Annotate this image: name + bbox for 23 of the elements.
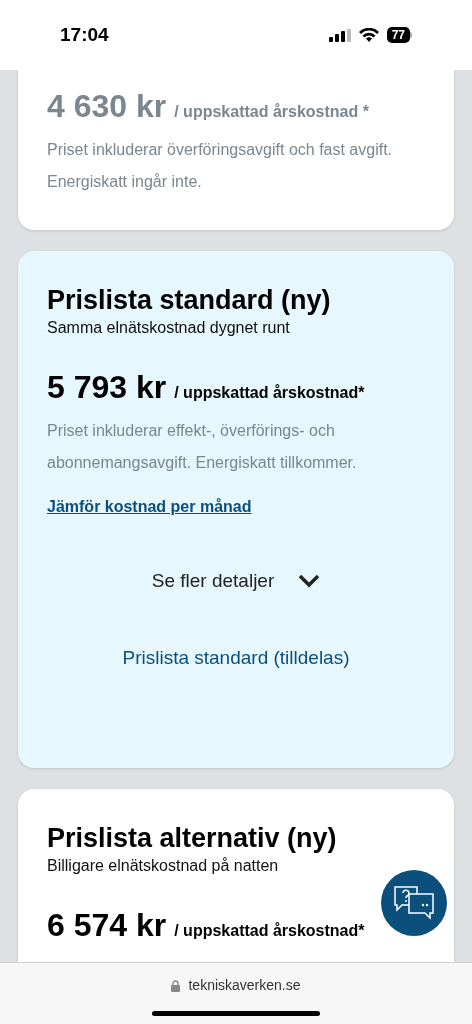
assigned-pricelist-link[interactable]: Prislista standard (tilldelas) bbox=[122, 643, 350, 672]
chat-question-icon bbox=[393, 885, 435, 921]
battery-icon: 77 bbox=[386, 27, 412, 43]
chevron-icon bbox=[298, 574, 321, 589]
price-amount: 4 630 kr bbox=[47, 87, 167, 126]
status-time: 17:04 bbox=[60, 22, 109, 47]
details-toggle[interactable]: Se fler detaljer bbox=[151, 567, 321, 596]
card-subtitle: Samma elnätskostnad dygnet runt bbox=[47, 318, 291, 338]
url-text: tekniskaverken.se bbox=[188, 976, 301, 995]
compare-link[interactable]: Jämför kostnad per månad bbox=[47, 495, 252, 519]
card-subtitle: Billigare elnätskostnad på natten bbox=[47, 856, 280, 876]
price-amount: 5 793 kr bbox=[47, 368, 167, 407]
card-title: Prislista standard (ny) bbox=[47, 284, 332, 317]
price-suffix: / uppskattad årskostnad* bbox=[174, 921, 365, 941]
signal-icon bbox=[328, 28, 351, 42]
price-description: Priset inkluderar effekt-, överförings- och abonnemangsavgift. Energiskatt tillkommer. bbox=[47, 421, 358, 473]
wifi-icon bbox=[358, 28, 379, 42]
price-amount: 6 574 kr bbox=[47, 906, 167, 945]
card-title: Prislista alternativ (ny) bbox=[47, 822, 338, 855]
price-suffix: / uppskattad årskostnad * bbox=[174, 102, 369, 122]
lock-icon bbox=[171, 979, 181, 992]
price-description: Priset inkluderar överföringsavgift och fast avgift. Energiskatt ingår inte. bbox=[47, 140, 394, 192]
price-suffix: / uppskattad årskostnad* bbox=[174, 383, 365, 403]
